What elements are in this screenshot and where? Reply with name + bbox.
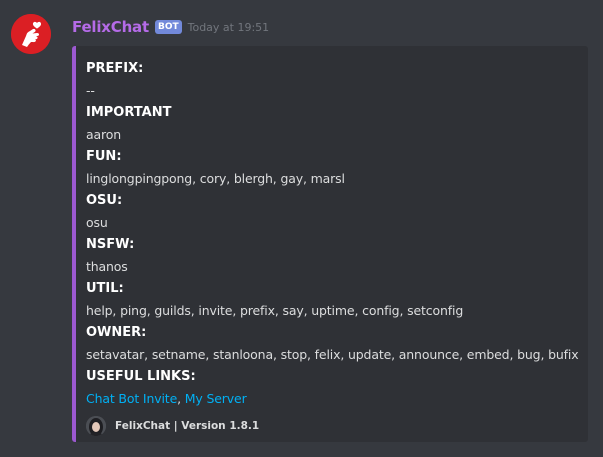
finger-heart-avatar-icon <box>11 14 51 54</box>
field-name-nsfw: NSFW: <box>86 237 135 252</box>
link-separator: , <box>177 391 185 406</box>
footer-avatar <box>86 416 106 436</box>
field-value-prefix: -- <box>86 83 95 98</box>
rich-embed: PREFIX: -- IMPORTANT aaron FUN: linglong… <box>72 46 588 442</box>
author-avatar[interactable] <box>11 14 51 54</box>
field-value-nsfw: thanos <box>86 259 128 274</box>
field-name-fun: FUN: <box>86 149 122 164</box>
field-value-util: help, ping, guilds, invite, prefix, say,… <box>86 303 464 318</box>
field-name-osu: OSU: <box>86 193 123 208</box>
chat-bot-invite-link[interactable]: Chat Bot Invite <box>86 391 177 406</box>
footer-text: FelixChat | Version 1.8.1 <box>115 420 260 432</box>
field-value-important: aaron <box>86 127 122 142</box>
message-header: FelixChat BOT Today at 19:51 <box>72 16 269 38</box>
embed-footer: FelixChat | Version 1.8.1 <box>86 416 259 436</box>
field-name-util: UTIL: <box>86 281 124 296</box>
field-name-prefix: PREFIX: <box>86 61 144 76</box>
message-timestamp[interactable]: Today at 19:51 <box>188 21 270 34</box>
field-name-owner: OWNER: <box>86 325 147 340</box>
field-value-osu: osu <box>86 215 108 230</box>
felix-avatar-icon <box>86 416 106 436</box>
my-server-link[interactable]: My Server <box>185 391 247 406</box>
field-value-owner: setavatar, setname, stanloona, stop, fel… <box>86 347 579 362</box>
field-value-fun: linglongpingpong, cory, blergh, gay, mar… <box>86 171 345 186</box>
author-name[interactable]: FelixChat <box>72 18 149 36</box>
field-value-useful-links: Chat Bot Invite, My Server <box>86 388 576 410</box>
field-name-important: IMPORTANT <box>86 105 172 120</box>
field-name-useful-links: USEFUL LINKS: <box>86 369 196 384</box>
embed-fields: PREFIX: -- IMPORTANT aaron FUN: linglong… <box>86 58 579 410</box>
bot-badge: BOT <box>154 20 182 34</box>
